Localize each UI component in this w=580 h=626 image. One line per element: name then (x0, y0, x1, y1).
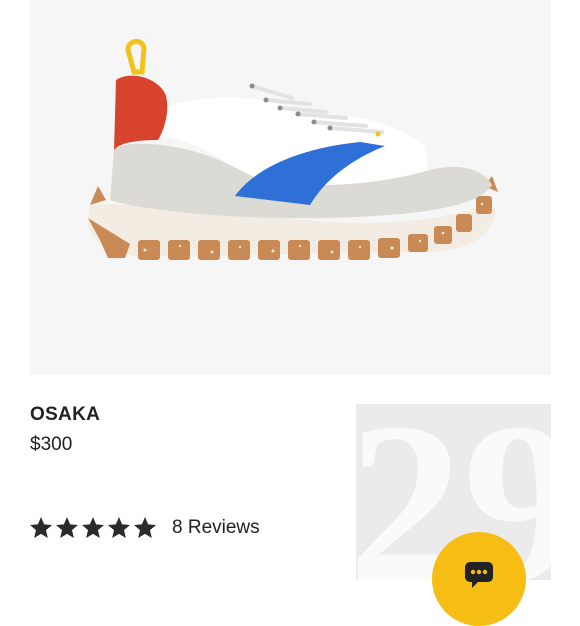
chat-button[interactable] (432, 532, 526, 626)
star-rating (28, 515, 158, 541)
star-icon (81, 516, 105, 538)
product-image[interactable] (30, 0, 551, 375)
reviews-link[interactable]: 8 Reviews (172, 517, 260, 539)
product-name: OSAKA (30, 404, 101, 425)
star-icon (55, 516, 79, 538)
sneaker-illustration (88, 39, 498, 260)
star-icon (133, 516, 157, 538)
star-icon (107, 516, 131, 538)
chat-icon (465, 562, 493, 588)
rating-row[interactable]: 8 Reviews (28, 510, 260, 546)
star-icon (29, 516, 53, 538)
product-price: $300 (30, 434, 73, 455)
